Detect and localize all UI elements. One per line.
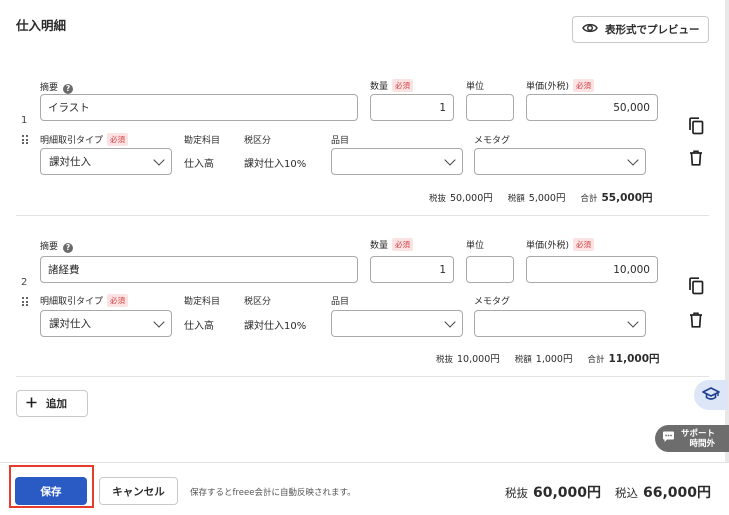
- item-label: 品目: [331, 136, 350, 146]
- item-select[interactable]: [331, 310, 463, 337]
- account-value: 仕入高: [184, 321, 214, 332]
- tax-excl-value: 10,000円: [457, 354, 500, 365]
- quantity-input[interactable]: 1: [370, 256, 454, 283]
- row-divider: [16, 376, 709, 377]
- total-value: 55,000円: [601, 192, 653, 204]
- unit-price-input[interactable]: 50,000: [526, 94, 658, 121]
- trash-icon[interactable]: [687, 148, 705, 168]
- chat-icon: [662, 431, 675, 446]
- drag-handle-icon[interactable]: [22, 297, 28, 306]
- unit-price-input[interactable]: 10,000: [526, 256, 658, 283]
- preview-table-button[interactable]: 表形式でプレビュー: [572, 16, 709, 43]
- tax-amount-value: 5,000円: [528, 193, 566, 204]
- tax-amount-label: 税額: [507, 194, 525, 204]
- eye-icon: [582, 22, 598, 37]
- chevron-down-icon: [153, 153, 165, 166]
- drag-handle-icon[interactable]: [22, 135, 28, 144]
- detail-type-select[interactable]: 課対仕入: [40, 310, 172, 337]
- account-value: 仕入高: [184, 159, 214, 170]
- total-value: 11,000円: [608, 353, 660, 365]
- unit-input[interactable]: [466, 256, 514, 283]
- quantity-label: 数量 必須: [370, 238, 414, 251]
- summary-input[interactable]: 諸経費: [40, 256, 358, 283]
- learning-button[interactable]: [694, 380, 728, 410]
- quantity-input[interactable]: 1: [370, 94, 454, 121]
- summary-input[interactable]: イラスト: [40, 94, 358, 121]
- tax-class-label: 税区分: [244, 297, 272, 307]
- required-badge: 必須: [107, 294, 129, 307]
- required-badge: 必須: [392, 238, 414, 251]
- add-row-button[interactable]: 追加: [16, 390, 88, 417]
- row-totals: 税抜 50,000円 税額 5,000円 合計 55,000円: [429, 190, 653, 205]
- detail-type-select[interactable]: 課対仕入: [40, 148, 172, 175]
- row-divider: [16, 215, 709, 216]
- unit-input[interactable]: [466, 94, 514, 121]
- quantity-label: 数量 必須: [370, 79, 414, 92]
- tax-class-value: 課対仕入10%: [244, 321, 307, 332]
- chevron-down-icon: [153, 315, 165, 328]
- detail-type-value: 課対仕入: [49, 156, 91, 168]
- account-label: 勘定科目: [184, 136, 221, 146]
- unit-price-label: 単価(外税) 必須: [526, 238, 595, 251]
- support-label: サポート 時間外: [681, 428, 716, 449]
- chevron-down-icon: [627, 315, 639, 328]
- chevron-down-icon: [444, 153, 456, 166]
- chevron-down-icon: [627, 153, 639, 166]
- tax-amount-value: 1,000円: [535, 354, 573, 365]
- grand-tax-excl-label: 税抜: [505, 486, 528, 500]
- detail-type-label: 明細取引タイプ 必須: [40, 133, 129, 146]
- tax-excl-value: 50,000円: [450, 193, 493, 204]
- required-badge: 必須: [392, 79, 414, 92]
- grand-tax-excl-value: 60,000円: [533, 485, 602, 501]
- row-number: 2: [21, 277, 28, 288]
- item-label: 品目: [331, 297, 350, 307]
- preview-button-label: 表形式でプレビュー: [605, 24, 700, 36]
- tax-class-value: 課対仕入10%: [244, 159, 307, 170]
- copy-icon[interactable]: [687, 116, 705, 136]
- support-button[interactable]: サポート 時間外: [655, 425, 729, 452]
- save-note: 保存するとfreee会計に自動反映されます。: [190, 488, 356, 498]
- memo-tag-label: メモタグ: [474, 136, 511, 146]
- save-button[interactable]: 保存: [15, 477, 87, 505]
- unit-label: 単位: [466, 241, 485, 251]
- tax-excl-label: 税抜: [429, 194, 447, 204]
- total-label: 合計: [587, 355, 605, 365]
- section-title: 仕入明細: [16, 18, 67, 33]
- required-badge: 必須: [107, 133, 129, 146]
- unit-label: 単位: [466, 82, 485, 92]
- tax-amount-label: 税額: [514, 355, 532, 365]
- detail-type-value: 課対仕入: [49, 318, 91, 330]
- total-label: 合計: [580, 194, 598, 204]
- unit-price-label: 単価(外税) 必須: [526, 79, 595, 92]
- trash-icon[interactable]: [687, 310, 705, 330]
- plus-icon: [26, 397, 37, 411]
- memo-tag-label: メモタグ: [474, 297, 511, 307]
- row-number: 1: [21, 115, 28, 126]
- tax-class-label: 税区分: [244, 136, 272, 146]
- row-totals: 税抜 10,000円 税額 1,000円 合計 11,000円: [436, 351, 660, 366]
- copy-icon[interactable]: [687, 276, 705, 296]
- memo-tag-select[interactable]: [474, 310, 646, 337]
- detail-type-label: 明細取引タイプ 必須: [40, 294, 129, 307]
- summary-label: 摘要?: [40, 80, 74, 94]
- required-badge: 必須: [573, 79, 595, 92]
- account-label: 勘定科目: [184, 297, 221, 307]
- grand-total-excl: 税抜 60,000円: [505, 482, 601, 502]
- help-icon[interactable]: ?: [63, 84, 74, 94]
- footer-divider: [0, 462, 729, 463]
- grand-tax-incl-label: 税込: [615, 486, 638, 500]
- summary-label: 摘要?: [40, 239, 74, 253]
- memo-tag-select[interactable]: [474, 148, 646, 175]
- graduation-cap-icon: [702, 386, 720, 404]
- item-select[interactable]: [331, 148, 463, 175]
- chevron-down-icon: [444, 315, 456, 328]
- add-button-label: 追加: [46, 398, 67, 410]
- help-icon[interactable]: ?: [63, 243, 74, 253]
- required-badge: 必須: [573, 238, 595, 251]
- tax-excl-label: 税抜: [436, 355, 454, 365]
- grand-total-incl: 税込 66,000円: [615, 482, 711, 502]
- grand-tax-incl-value: 66,000円: [643, 485, 712, 501]
- cancel-button[interactable]: キャンセル: [99, 477, 178, 505]
